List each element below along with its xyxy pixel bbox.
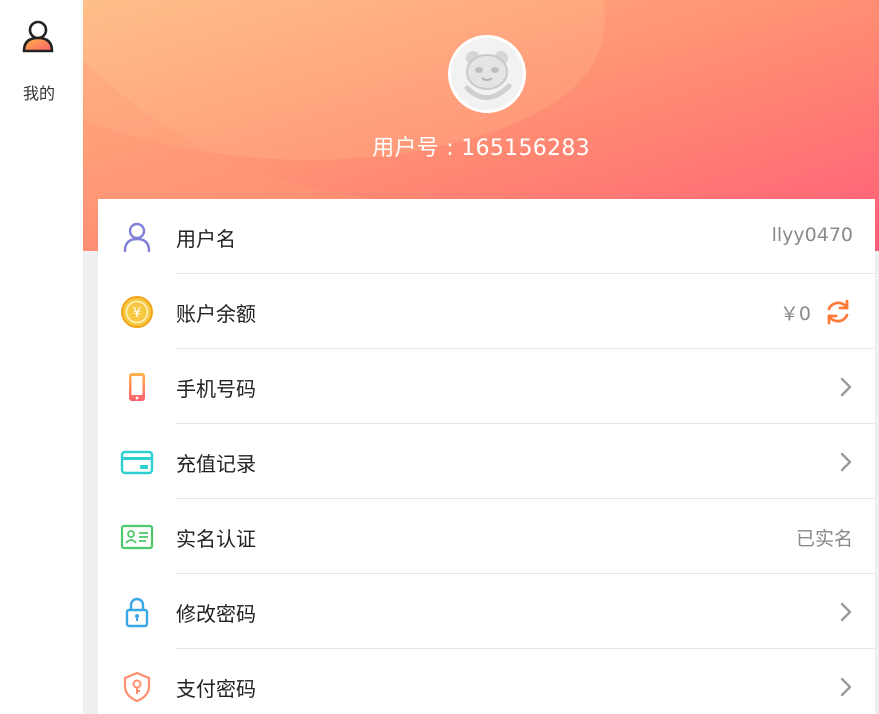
refresh-icon[interactable]	[823, 297, 853, 327]
card-icon	[120, 450, 154, 475]
row-recharge-history-label: 充值记录	[176, 452, 256, 476]
chevron-right-icon	[840, 377, 852, 397]
profile-menu-card: 用户名 llyy0470 ¥ 账户余额 ￥0 手机号码 充值记录 实名认证 已实…	[98, 199, 875, 714]
row-payment-password[interactable]: 支付密码	[98, 649, 875, 714]
row-change-password[interactable]: 修改密码	[98, 574, 875, 649]
lock-icon	[125, 597, 149, 628]
chevron-right-icon	[840, 452, 852, 472]
row-realname-value: 已实名	[795, 528, 853, 550]
user-outline-icon	[123, 222, 151, 253]
row-phone[interactable]: 手机号码	[98, 349, 875, 424]
id-card-icon	[120, 524, 154, 550]
user-icon	[22, 20, 54, 53]
row-balance-value: ￥0	[779, 303, 811, 325]
phone-icon	[129, 373, 145, 401]
chevron-right-icon	[840, 677, 852, 697]
svg-text:¥: ¥	[133, 306, 141, 321]
row-realname[interactable]: 实名认证 已实名	[98, 499, 875, 574]
row-change-password-label: 修改密码	[176, 602, 256, 626]
panda-avatar-icon	[451, 38, 523, 110]
row-balance-label: 账户余额	[176, 302, 256, 326]
user-id-label: 用户号 : 165156283	[372, 136, 590, 161]
row-username: 用户名 llyy0470	[98, 199, 875, 274]
row-username-value: llyy0470	[771, 224, 853, 246]
row-payment-password-label: 支付密码	[176, 677, 256, 701]
nav-item-mine-label: 我的	[22, 84, 55, 103]
row-recharge-history[interactable]: 充值记录	[98, 424, 875, 499]
row-balance[interactable]: ¥ 账户余额 ￥0	[98, 274, 875, 349]
chevron-right-icon	[840, 602, 852, 622]
shield-key-icon	[123, 671, 151, 703]
row-username-label: 用户名	[176, 227, 236, 251]
main-content: 用户号 : 165156283 用户名 llyy0470 ¥ 账户余额 ￥0 手…	[83, 0, 879, 714]
avatar[interactable]	[448, 35, 526, 113]
row-realname-label: 实名认证	[176, 527, 256, 551]
coin-icon: ¥	[121, 296, 153, 328]
sidebar: 我的	[0, 0, 83, 714]
nav-item-mine[interactable]: 我的	[0, 14, 78, 103]
row-phone-label: 手机号码	[176, 377, 256, 401]
